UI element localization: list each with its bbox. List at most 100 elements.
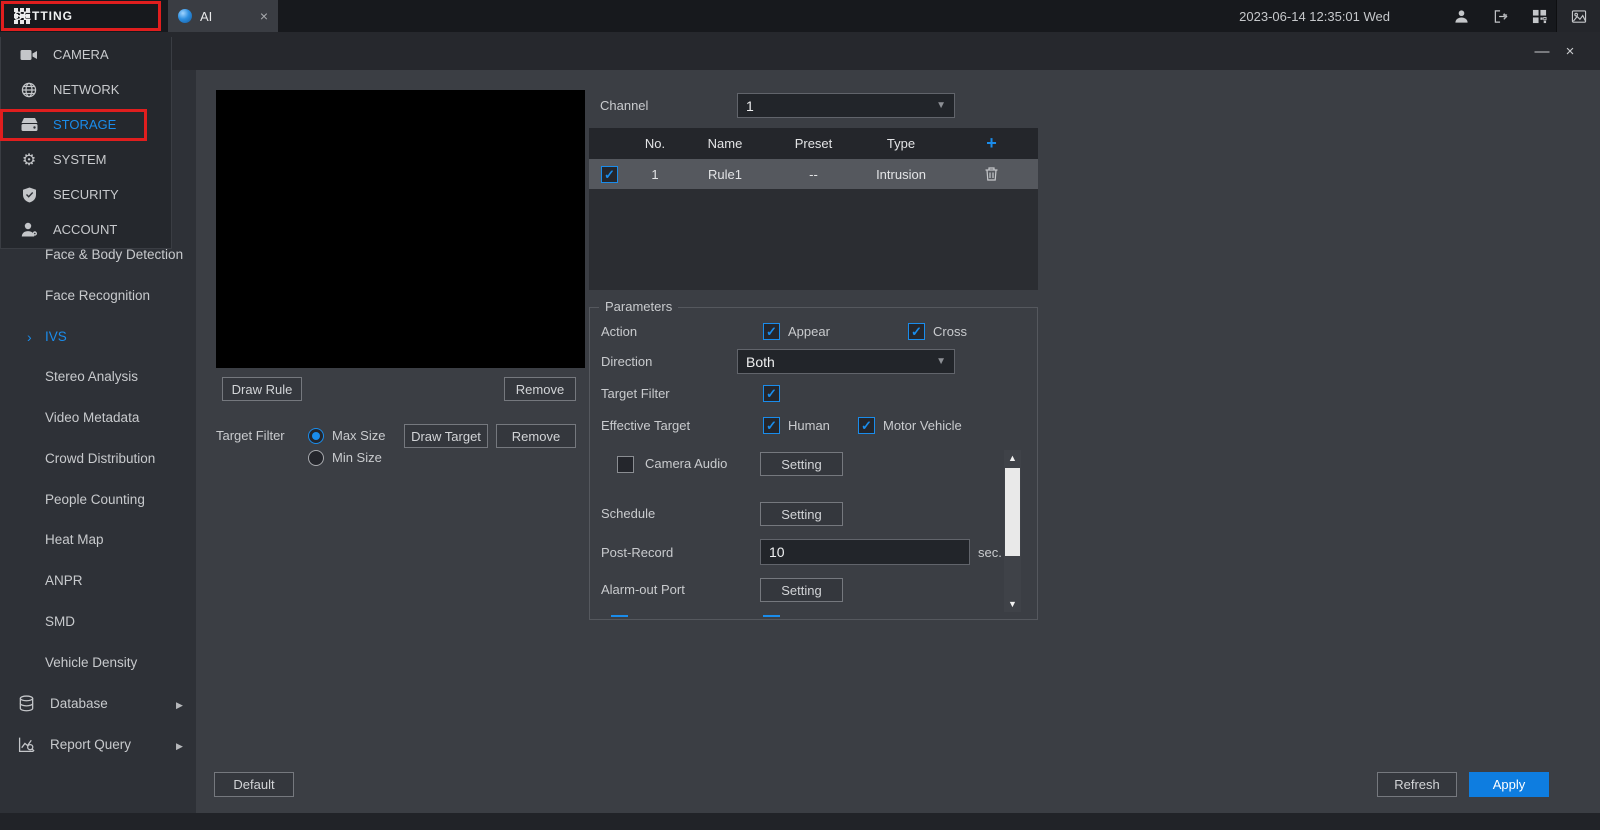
camera-audio-checkbox[interactable]: [617, 456, 634, 473]
add-rule-button[interactable]: +: [945, 128, 1038, 159]
table-header-row: No. Name Preset Type +: [589, 128, 1038, 159]
schedule-setting-button[interactable]: Setting: [760, 502, 843, 526]
sidebar-item-vehicle-density[interactable]: Vehicle Density: [0, 651, 196, 675]
menu-item-network[interactable]: NETWORK: [1, 72, 171, 107]
row-checkbox[interactable]: [601, 166, 618, 183]
post-record-input[interactable]: [760, 539, 970, 565]
tab-ai[interactable]: AI ×: [168, 0, 278, 32]
screenshot-icon[interactable]: [1556, 0, 1600, 32]
header-preset: Preset: [770, 128, 857, 159]
sidebar-item-face-recognition[interactable]: Face Recognition: [0, 284, 196, 308]
min-size-label: Min Size: [332, 446, 382, 470]
scrollbar-thumb[interactable]: [1005, 468, 1020, 556]
setting-dropdown-menu: CAMERA NETWORK STORAGE ⚙ SYSTEM SECURITY…: [0, 37, 172, 249]
header-checkbox-col: [589, 128, 630, 159]
storage-icon: [21, 117, 38, 132]
chevron-down-icon: ▼: [936, 100, 946, 111]
header-type: Type: [857, 128, 945, 159]
header-name: Name: [680, 128, 770, 159]
menu-item-system[interactable]: ⚙ SYSTEM: [1, 142, 171, 177]
human-label: Human: [788, 414, 830, 438]
cross-checkbox[interactable]: [908, 323, 925, 340]
camera-audio-setting-button[interactable]: Setting: [760, 452, 843, 476]
sidebar-item-people-counting[interactable]: People Counting: [0, 488, 196, 512]
sidebar-item-video-metadata[interactable]: Video Metadata: [0, 406, 196, 430]
post-record-label: Post-Record: [601, 541, 673, 565]
menu-item-camera[interactable]: CAMERA: [1, 37, 171, 72]
appear-checkbox[interactable]: [763, 323, 780, 340]
camera-icon: [20, 48, 38, 62]
remove-target-button[interactable]: Remove: [496, 424, 576, 448]
table-row[interactable]: 1 Rule1 -- Intrusion: [589, 159, 1038, 189]
menu-item-security[interactable]: SECURITY: [1, 177, 171, 212]
target-filter-label: Target Filter: [216, 424, 285, 448]
sidebar-item-anpr[interactable]: ANPR: [0, 569, 196, 593]
remove-rule-button[interactable]: Remove: [504, 377, 576, 401]
cell-preset: --: [770, 159, 857, 189]
submenu-arrow-icon: ▶: [176, 734, 183, 758]
active-arrow-icon: ›: [27, 325, 32, 349]
parameters-scrollbar[interactable]: ▲ ▼: [1004, 450, 1021, 612]
motor-vehicle-label: Motor Vehicle: [883, 414, 962, 438]
appear-label: Appear: [788, 320, 830, 344]
max-size-radio[interactable]: [308, 428, 324, 444]
top-bar: SETTING AI × 2023-06-14 12:35:01 Wed ▾: [0, 0, 1600, 32]
submenu-arrow-icon: ▶: [176, 693, 183, 717]
alarm-out-setting-button[interactable]: Setting: [760, 578, 843, 602]
sidebar-item-stereo-analysis[interactable]: Stereo Analysis: [0, 365, 196, 389]
tab-close-icon[interactable]: ×: [260, 8, 268, 24]
screen: Draw Rule Remove Target Filter Max Size …: [0, 0, 1600, 830]
database-icon: [18, 695, 35, 712]
qr-code-icon[interactable]: [1522, 0, 1556, 32]
channel-value: 1: [746, 98, 936, 114]
chevron-down-icon: ▼: [936, 356, 946, 367]
max-size-label: Max Size: [332, 424, 385, 448]
channel-dropdown[interactable]: 1 ▼: [737, 93, 955, 118]
setting-menu-button[interactable]: SETTING: [0, 0, 162, 32]
scroll-down-icon[interactable]: ▼: [1004, 596, 1021, 612]
delete-rule-button[interactable]: [945, 159, 1038, 189]
bottom-strip: [0, 813, 1600, 830]
ai-tab-icon: [178, 9, 192, 23]
camera-audio-label: Camera Audio: [645, 452, 727, 476]
direction-dropdown[interactable]: Both ▼: [737, 349, 955, 374]
motor-vehicle-checkbox[interactable]: [858, 417, 875, 434]
rule-table: No. Name Preset Type + 1 Rule1 -- Intrus…: [589, 128, 1038, 290]
close-button[interactable]: ×: [1558, 32, 1582, 70]
human-checkbox[interactable]: [763, 417, 780, 434]
apply-button[interactable]: Apply: [1469, 772, 1549, 797]
default-button[interactable]: Default: [214, 772, 294, 797]
sidebar-item-ivs[interactable]: ›IVS: [0, 325, 196, 349]
user-icon[interactable]: [1444, 0, 1478, 32]
caret-down-icon: ▾: [1503, 11, 1508, 22]
menu-item-account[interactable]: ACCOUNT: [1, 212, 171, 247]
logout-icon[interactable]: ▾: [1478, 0, 1522, 32]
window-titlebar: — ×: [0, 32, 1600, 70]
effective-target-label: Effective Target: [601, 414, 690, 438]
minimize-button[interactable]: —: [1530, 32, 1554, 70]
partial-checkbox: [763, 615, 780, 619]
sidebar-item-crowd-distribution[interactable]: Crowd Distribution: [0, 447, 196, 471]
scroll-up-icon[interactable]: ▲: [1004, 450, 1021, 466]
sidebar-item-report-query[interactable]: Report Query ▶: [0, 733, 196, 757]
cell-name: Rule1: [680, 159, 770, 189]
alarm-out-label: Alarm-out Port: [601, 578, 685, 602]
datetime-display: 2023-06-14 12:35:01 Wed: [1239, 0, 1390, 32]
sidebar-item-heat-map[interactable]: Heat Map: [0, 528, 196, 552]
sidebar-item-database[interactable]: Database ▶: [0, 692, 196, 716]
min-size-radio[interactable]: [308, 450, 324, 466]
sidebar-item-smd[interactable]: SMD: [0, 610, 196, 634]
draw-target-button[interactable]: Draw Target: [404, 424, 488, 448]
parameters-title: Parameters: [599, 299, 678, 314]
menu-item-storage[interactable]: STORAGE: [1, 107, 171, 142]
draw-rule-button[interactable]: Draw Rule: [222, 377, 302, 401]
video-preview[interactable]: [216, 90, 585, 368]
trash-icon: [984, 166, 999, 182]
target-filter-checkbox[interactable]: [763, 385, 780, 402]
channel-label: Channel: [600, 94, 648, 118]
cell-type: Intrusion: [857, 159, 945, 189]
refresh-button[interactable]: Refresh: [1377, 772, 1457, 797]
sec-label: sec.: [978, 541, 1002, 565]
direction-value: Both: [746, 354, 936, 370]
action-label: Action: [601, 320, 637, 344]
